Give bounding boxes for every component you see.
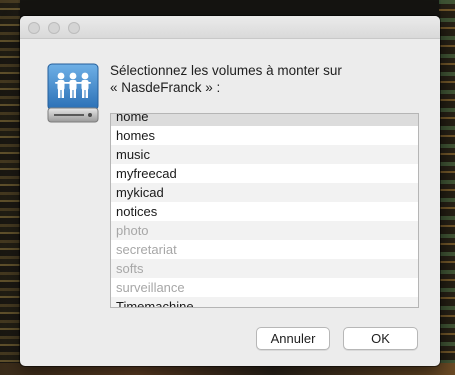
prompt-line-1: Sélectionnez les volumes à monter sur bbox=[110, 63, 342, 78]
volume-item-myfreecad[interactable]: myfreecad bbox=[111, 164, 418, 183]
volume-item-homes[interactable]: homes bbox=[111, 126, 418, 145]
ok-button[interactable]: OK bbox=[343, 327, 418, 350]
volume-item-mykicad[interactable]: mykicad bbox=[111, 183, 418, 202]
volume-item-music[interactable]: music bbox=[111, 145, 418, 164]
close-window-button[interactable] bbox=[28, 22, 40, 34]
mount-volumes-dialog: Sélectionnez les volumes à monter sur « … bbox=[20, 16, 440, 366]
zoom-window-button[interactable] bbox=[68, 22, 80, 34]
volume-item-home[interactable]: home bbox=[111, 114, 418, 126]
dialog-prompt: Sélectionnez les volumes à monter sur « … bbox=[110, 62, 410, 96]
volume-item-notices[interactable]: notices bbox=[111, 202, 418, 221]
volume-item-softs: softs bbox=[111, 259, 418, 278]
shared-server-icon bbox=[47, 63, 99, 123]
volume-item-timemachine[interactable]: Timemachine bbox=[111, 297, 418, 307]
cancel-button[interactable]: Annuler bbox=[256, 327, 330, 350]
title-bar bbox=[20, 16, 440, 39]
desktop-wallpaper-left bbox=[0, 0, 20, 375]
volume-list[interactable]: home homes music myfreecad mykicad notic… bbox=[110, 113, 419, 308]
prompt-line-2: « NasdeFranck » : bbox=[110, 80, 221, 95]
minimize-window-button[interactable] bbox=[48, 22, 60, 34]
volume-item-surveillance: surveillance bbox=[116, 280, 185, 295]
volume-item-photo: photo bbox=[111, 221, 418, 240]
desktop-wallpaper-right bbox=[439, 0, 455, 375]
volume-item-secretariat: secretariat bbox=[116, 242, 177, 257]
